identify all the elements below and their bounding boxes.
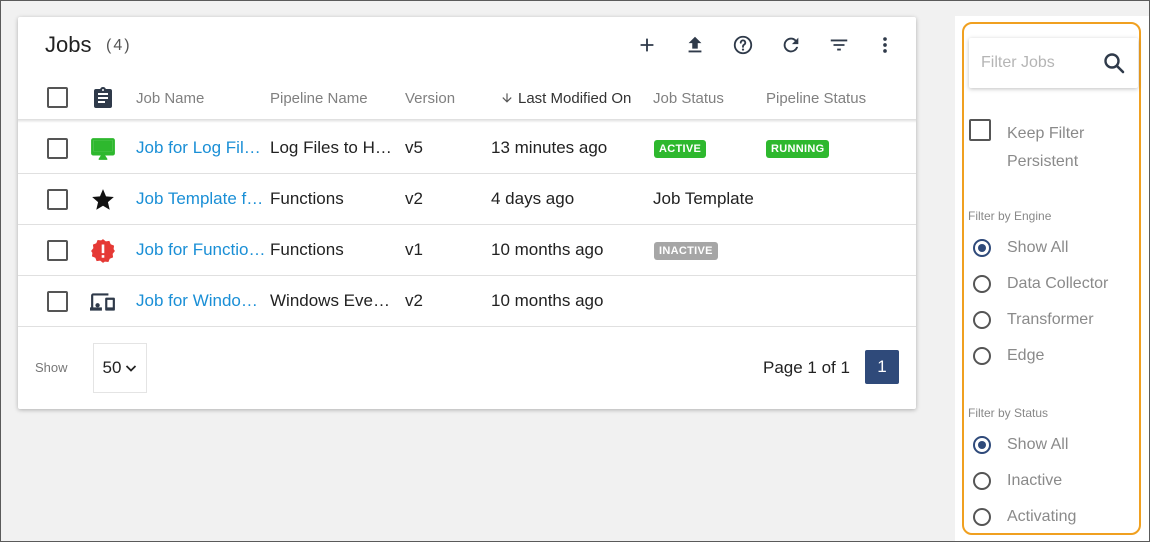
row-checkbox[interactable] <box>47 240 68 261</box>
job-name-link[interactable]: Job for Functions <box>136 240 266 260</box>
page-title: Jobs <box>45 32 92 57</box>
search-icon[interactable] <box>1102 51 1126 75</box>
table-row[interactable]: Job for Functions Functions v1 10 months… <box>18 225 916 276</box>
pipeline-name: Functions <box>270 189 344 208</box>
filter-engine-title: Filter by Engine <box>968 209 1052 223</box>
engine-edge-radio[interactable] <box>973 347 991 365</box>
keep-filter-checkbox[interactable] <box>969 119 991 141</box>
filter-search-box <box>969 38 1138 88</box>
upload-icon[interactable] <box>681 31 709 59</box>
status-show-all-label: Show All <box>1007 436 1069 453</box>
refresh-icon[interactable] <box>777 31 805 59</box>
engine-show-all-label: Show All <box>1007 239 1069 256</box>
engine-show-all-radio[interactable] <box>973 239 991 257</box>
job-status-text: Job Template <box>653 189 754 208</box>
page-indicator: Page 1 of 1 <box>763 358 850 377</box>
more-vert-icon[interactable] <box>871 31 899 59</box>
filter-jobs-input[interactable] <box>981 50 1099 76</box>
status-show-all-radio[interactable] <box>973 436 991 454</box>
column-pipeline-name[interactable]: Pipeline Name <box>270 90 368 107</box>
version: v1 <box>405 240 423 259</box>
table-row[interactable]: Job for Windows Events Windows Events v2… <box>18 276 916 327</box>
chevron-down-icon <box>126 365 137 372</box>
pipeline-name: Functions <box>270 240 344 259</box>
status-inactive-radio[interactable] <box>973 472 991 490</box>
job-name-link[interactable]: Job Template for Functions <box>136 189 266 209</box>
table-row[interactable]: Job for Log Files to HDFS Log Files to H… <box>18 123 916 174</box>
monitor-icon <box>90 136 116 162</box>
error-badge-icon <box>90 238 116 264</box>
page-size-label: Show <box>35 360 68 375</box>
arrow-down-icon <box>502 93 512 103</box>
job-status-badge: INACTIVE <box>654 242 718 260</box>
version: v5 <box>405 138 423 157</box>
status-activating-radio[interactable] <box>973 508 991 526</box>
job-name-link[interactable]: Job for Log Files to HDFS <box>136 138 266 158</box>
version: v2 <box>405 291 423 310</box>
row-checkbox[interactable] <box>47 291 68 312</box>
job-name-link[interactable]: Job for Windows Events <box>136 291 266 311</box>
column-last-modified[interactable]: Last Modified On <box>500 90 631 107</box>
last-modified: 10 months ago <box>491 240 604 259</box>
page-size-select[interactable]: 50 <box>93 343 147 393</box>
column-job-name[interactable]: Job Name <box>136 90 204 107</box>
select-all-checkbox[interactable] <box>47 87 68 108</box>
page-1-button[interactable]: 1 <box>865 350 899 384</box>
column-pipeline-status[interactable]: Pipeline Status <box>766 90 866 107</box>
filter-icon[interactable] <box>825 31 853 59</box>
engine-data-collector-radio[interactable] <box>973 275 991 293</box>
star-icon <box>90 187 116 213</box>
row-checkbox[interactable] <box>47 138 68 159</box>
table-row[interactable]: Job Template for Functions Functions v2 … <box>18 174 916 225</box>
column-version[interactable]: Version <box>405 90 455 107</box>
last-modified: 4 days ago <box>491 189 575 208</box>
table-header: Job Name Pipeline Name Version Last Modi… <box>18 77 916 123</box>
engine-transformer-radio[interactable] <box>973 311 991 329</box>
status-inactive-label: Inactive <box>1007 472 1063 489</box>
page-size-value: 50 <box>102 358 122 377</box>
row-checkbox[interactable] <box>47 189 68 210</box>
column-job-status[interactable]: Job Status <box>653 90 724 107</box>
engine-edge-label: Edge <box>1007 347 1045 364</box>
pipeline-status-badge: RUNNING <box>766 140 830 158</box>
last-modified: 10 months ago <box>491 291 604 310</box>
version: v2 <box>405 189 423 208</box>
add-icon[interactable] <box>633 31 661 59</box>
last-modified: 13 minutes ago <box>491 138 608 157</box>
devices-icon <box>90 289 116 315</box>
filter-status-title: Filter by Status <box>968 406 1049 420</box>
column-last-modified-label: Last Modified On <box>518 90 632 107</box>
pipeline-name: Windows Events <box>270 291 392 310</box>
job-status-badge: ACTIVE <box>654 140 707 158</box>
status-activating-label: Activating <box>1007 508 1077 525</box>
jobs-card: Jobs (4) Job Name Pipeline Name Version … <box>18 17 916 409</box>
engine-data-collector-label: Data Collector <box>1007 275 1109 292</box>
help-icon[interactable] <box>729 31 757 59</box>
pipeline-name: Log Files to HDFS <box>270 138 392 157</box>
keep-filter-label: Keep Filter Persistent <box>1007 125 1085 170</box>
clipboard-icon <box>91 85 115 111</box>
jobs-count: (4) <box>106 37 132 54</box>
engine-transformer-label: Transformer <box>1007 311 1094 328</box>
